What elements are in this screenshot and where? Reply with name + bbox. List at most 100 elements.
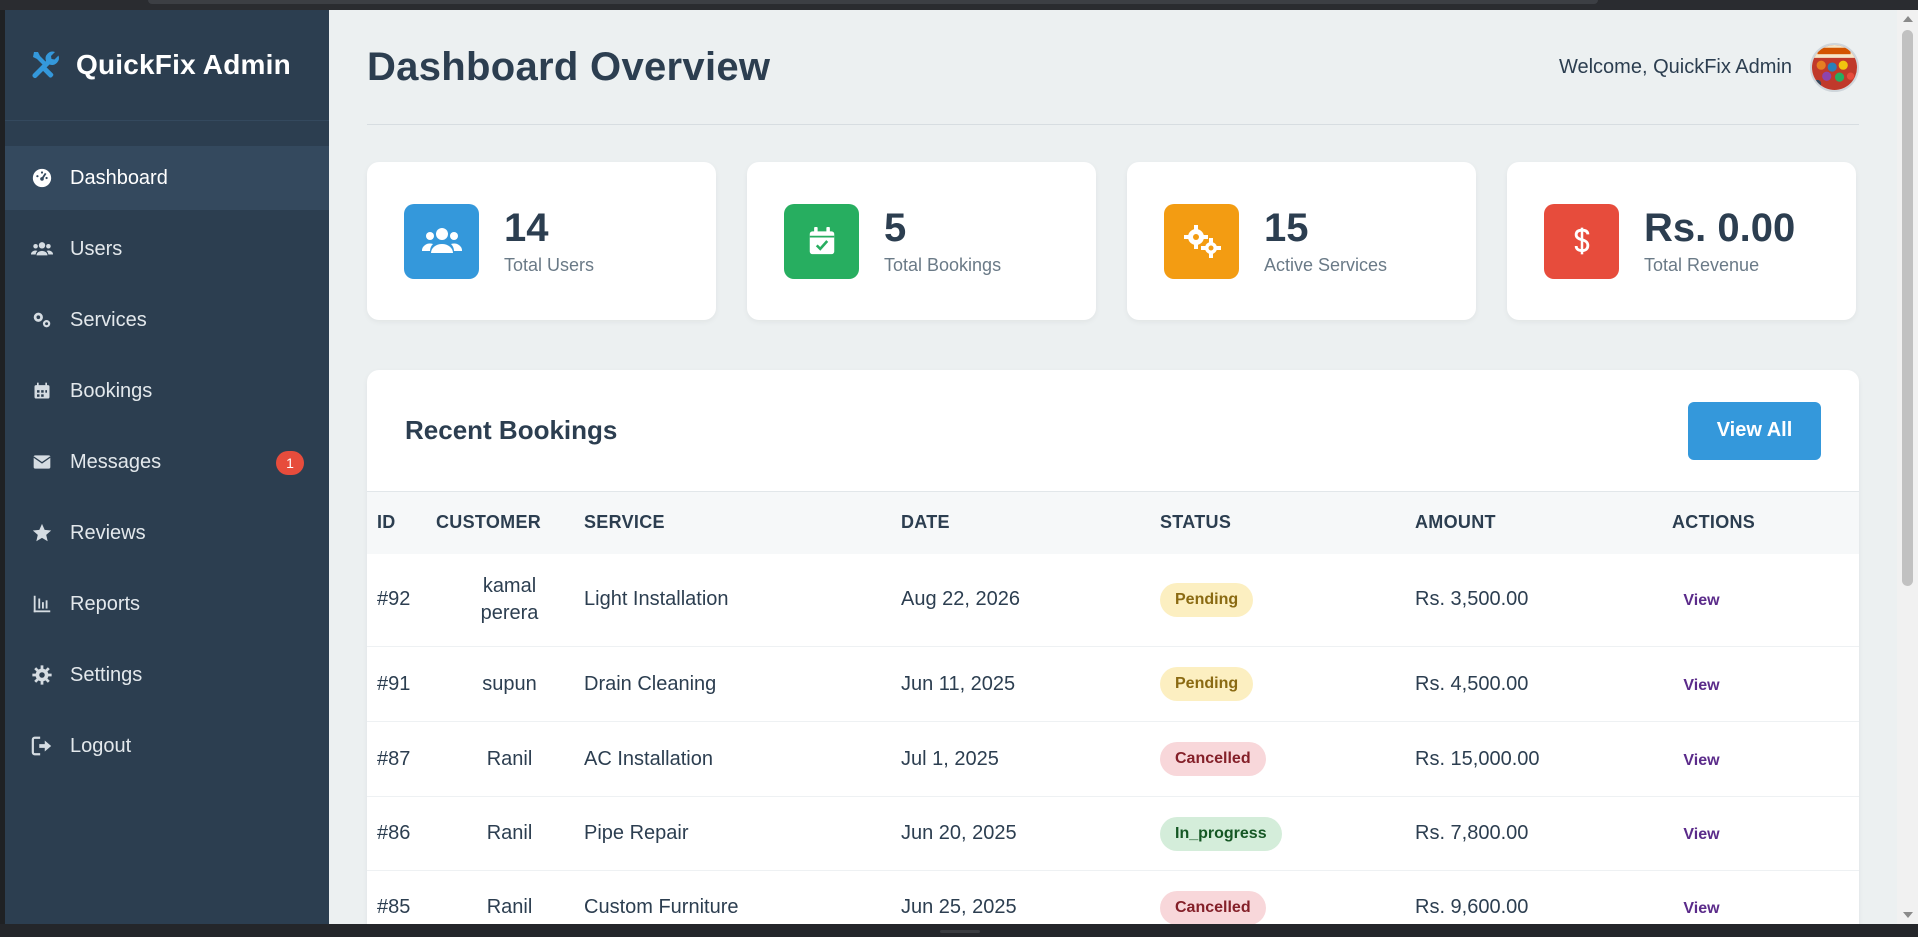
table-row: #86 Ranil Pipe Repair Jun 20, 2025 In_pr… xyxy=(367,797,1859,871)
booking-status: Pending xyxy=(1160,647,1415,722)
sidebar-item-reviews[interactable]: Reviews xyxy=(5,501,329,565)
sidebar: QuickFix Admin Dashboard Users Services xyxy=(5,10,329,924)
star-icon xyxy=(30,521,54,545)
stat-card-users: 14 Total Users xyxy=(367,162,716,320)
chart-icon xyxy=(30,592,54,616)
booking-customer: Ranil xyxy=(486,896,533,918)
sidebar-item-settings[interactable]: Settings xyxy=(5,643,329,707)
status-badge: In_progress xyxy=(1160,816,1282,851)
scrollbar-thumb[interactable] xyxy=(1902,30,1913,586)
table-row: #87 Ranil AC Installation Jul 1, 2025 Ca… xyxy=(367,722,1859,797)
column-header-actions: ACTIONS xyxy=(1672,512,1756,533)
column-header-status: STATUS xyxy=(1160,512,1232,533)
booking-customer: kamal perera xyxy=(435,554,584,647)
sidebar-item-bookings[interactable]: Bookings xyxy=(5,359,329,423)
sidebar-item-messages[interactable]: Messages 1 xyxy=(5,430,329,494)
users-icon xyxy=(404,203,479,279)
view-booking-link[interactable]: View xyxy=(1683,752,1719,769)
browser-top-strip xyxy=(0,0,1918,10)
booking-actions: View xyxy=(1672,797,1859,871)
booking-id: #87 xyxy=(377,747,411,770)
view-all-button[interactable]: View All xyxy=(1688,401,1821,460)
booking-status: In_progress xyxy=(1160,797,1415,871)
stat-label: Total Bookings xyxy=(884,254,1002,275)
booking-date: Jun 25, 2025 xyxy=(901,896,1017,918)
booking-service: Drain Cleaning xyxy=(584,672,717,695)
page-title: Dashboard Overview xyxy=(367,44,771,89)
booking-service: Custom Furniture xyxy=(584,896,739,918)
taskbar-indicator xyxy=(940,930,980,933)
user-info: Welcome, QuickFix Admin xyxy=(1558,42,1859,92)
booking-actions: View xyxy=(1672,722,1859,797)
column-header-customer: CUSTOMER xyxy=(436,512,542,533)
stat-label: Total Users xyxy=(504,254,595,275)
view-booking-link[interactable]: View xyxy=(1683,826,1719,843)
brand[interactable]: QuickFix Admin xyxy=(5,10,329,121)
gauge-icon xyxy=(30,166,54,190)
booking-status: Pending xyxy=(1160,554,1415,647)
avatar[interactable] xyxy=(1810,42,1859,92)
stat-card-bookings: 5 Total Bookings xyxy=(747,162,1096,320)
booking-amount: Rs. 7,800.00 xyxy=(1415,822,1529,844)
stat-text: 14 Total Users xyxy=(504,207,594,276)
status-badge: Pending xyxy=(1160,582,1254,617)
view-booking-link[interactable]: View xyxy=(1683,677,1719,694)
stat-card-revenue: Rs. 0.00 Total Revenue xyxy=(1507,162,1856,320)
recent-bookings-card: Recent Bookings View All ID CUSTOMER SER… xyxy=(367,370,1859,924)
calendar-check-icon xyxy=(784,203,859,279)
view-booking-link[interactable]: View xyxy=(1683,592,1719,609)
table-row: #85 Ranil Custom Furniture Jun 25, 2025 … xyxy=(367,871,1859,924)
sidebar-item-users[interactable]: Users xyxy=(5,217,329,281)
users-icon xyxy=(30,237,54,261)
booking-customer: Ranil xyxy=(486,747,533,770)
column-header-amount: AMOUNT xyxy=(1415,512,1496,533)
booking-date: Jun 11, 2025 xyxy=(901,672,1016,695)
brand-name: QuickFix Admin xyxy=(76,49,291,80)
sidebar-item-logout[interactable]: Logout xyxy=(5,714,329,778)
booking-id: #91 xyxy=(377,672,411,695)
sidebar-nav: Dashboard Users Services Bookings Messag… xyxy=(5,146,329,778)
booking-id: #92 xyxy=(377,588,411,611)
scroll-down-arrow[interactable] xyxy=(1903,912,1913,918)
booking-status: Cancelled xyxy=(1160,871,1415,924)
booking-status: Cancelled xyxy=(1160,722,1415,797)
booking-date: Aug 22, 2026 xyxy=(901,588,1020,611)
stat-text: 5 Total Bookings xyxy=(884,207,1001,276)
page-scrollbar[interactable] xyxy=(1897,10,1918,924)
booking-amount: Rs. 15,000.00 xyxy=(1415,747,1540,770)
sidebar-item-reports[interactable]: Reports xyxy=(5,572,329,636)
bookings-table: ID CUSTOMER SERVICE DATE STATUS AMOUNT A… xyxy=(367,491,1859,924)
sidebar-item-label: Bookings xyxy=(70,379,153,402)
stat-card-services: 15 Active Services xyxy=(1127,162,1476,320)
calendar-icon xyxy=(30,379,54,403)
booking-service: Pipe Repair xyxy=(584,822,689,844)
cogs-icon xyxy=(1164,203,1239,279)
booking-date: Jul 1, 2025 xyxy=(901,747,999,770)
stat-value: Rs. 0.00 xyxy=(1644,205,1796,250)
stat-text: Rs. 0.00 Total Revenue xyxy=(1644,207,1795,276)
scroll-up-arrow[interactable] xyxy=(1903,16,1913,22)
welcome-text: Welcome, QuickFix Admin xyxy=(1558,55,1792,78)
sidebar-item-dashboard[interactable]: Dashboard xyxy=(5,146,329,210)
table-row: #92 kamal perera Light Installation Aug … xyxy=(367,554,1859,647)
browser-tab-edge xyxy=(148,0,1598,4)
stat-label: Total Revenue xyxy=(1644,254,1760,275)
column-header-service: SERVICE xyxy=(584,512,665,533)
sidebar-item-label: Dashboard xyxy=(70,166,168,189)
stat-text: 15 Active Services xyxy=(1264,207,1387,276)
tools-icon xyxy=(28,48,62,82)
sidebar-item-services[interactable]: Services xyxy=(5,288,329,352)
column-header-date: DATE xyxy=(901,512,950,533)
logout-icon xyxy=(30,734,54,758)
view-booking-link[interactable]: View xyxy=(1683,900,1719,917)
table-row: #91 supun Drain Cleaning Jun 11, 2025 Pe… xyxy=(367,647,1859,722)
booking-id: #86 xyxy=(377,822,411,844)
stat-value: 15 xyxy=(1264,205,1309,250)
booking-amount: Rs. 3,500.00 xyxy=(1415,588,1529,611)
booking-customer: supun xyxy=(482,672,537,695)
messages-badge: 1 xyxy=(276,451,304,475)
stats-row: 14 Total Users 5 Total Bookings 15 Activ… xyxy=(367,162,1859,320)
envelope-icon xyxy=(30,450,54,474)
booking-customer: Ranil xyxy=(486,822,533,844)
sidebar-item-label: Reports xyxy=(70,592,141,615)
